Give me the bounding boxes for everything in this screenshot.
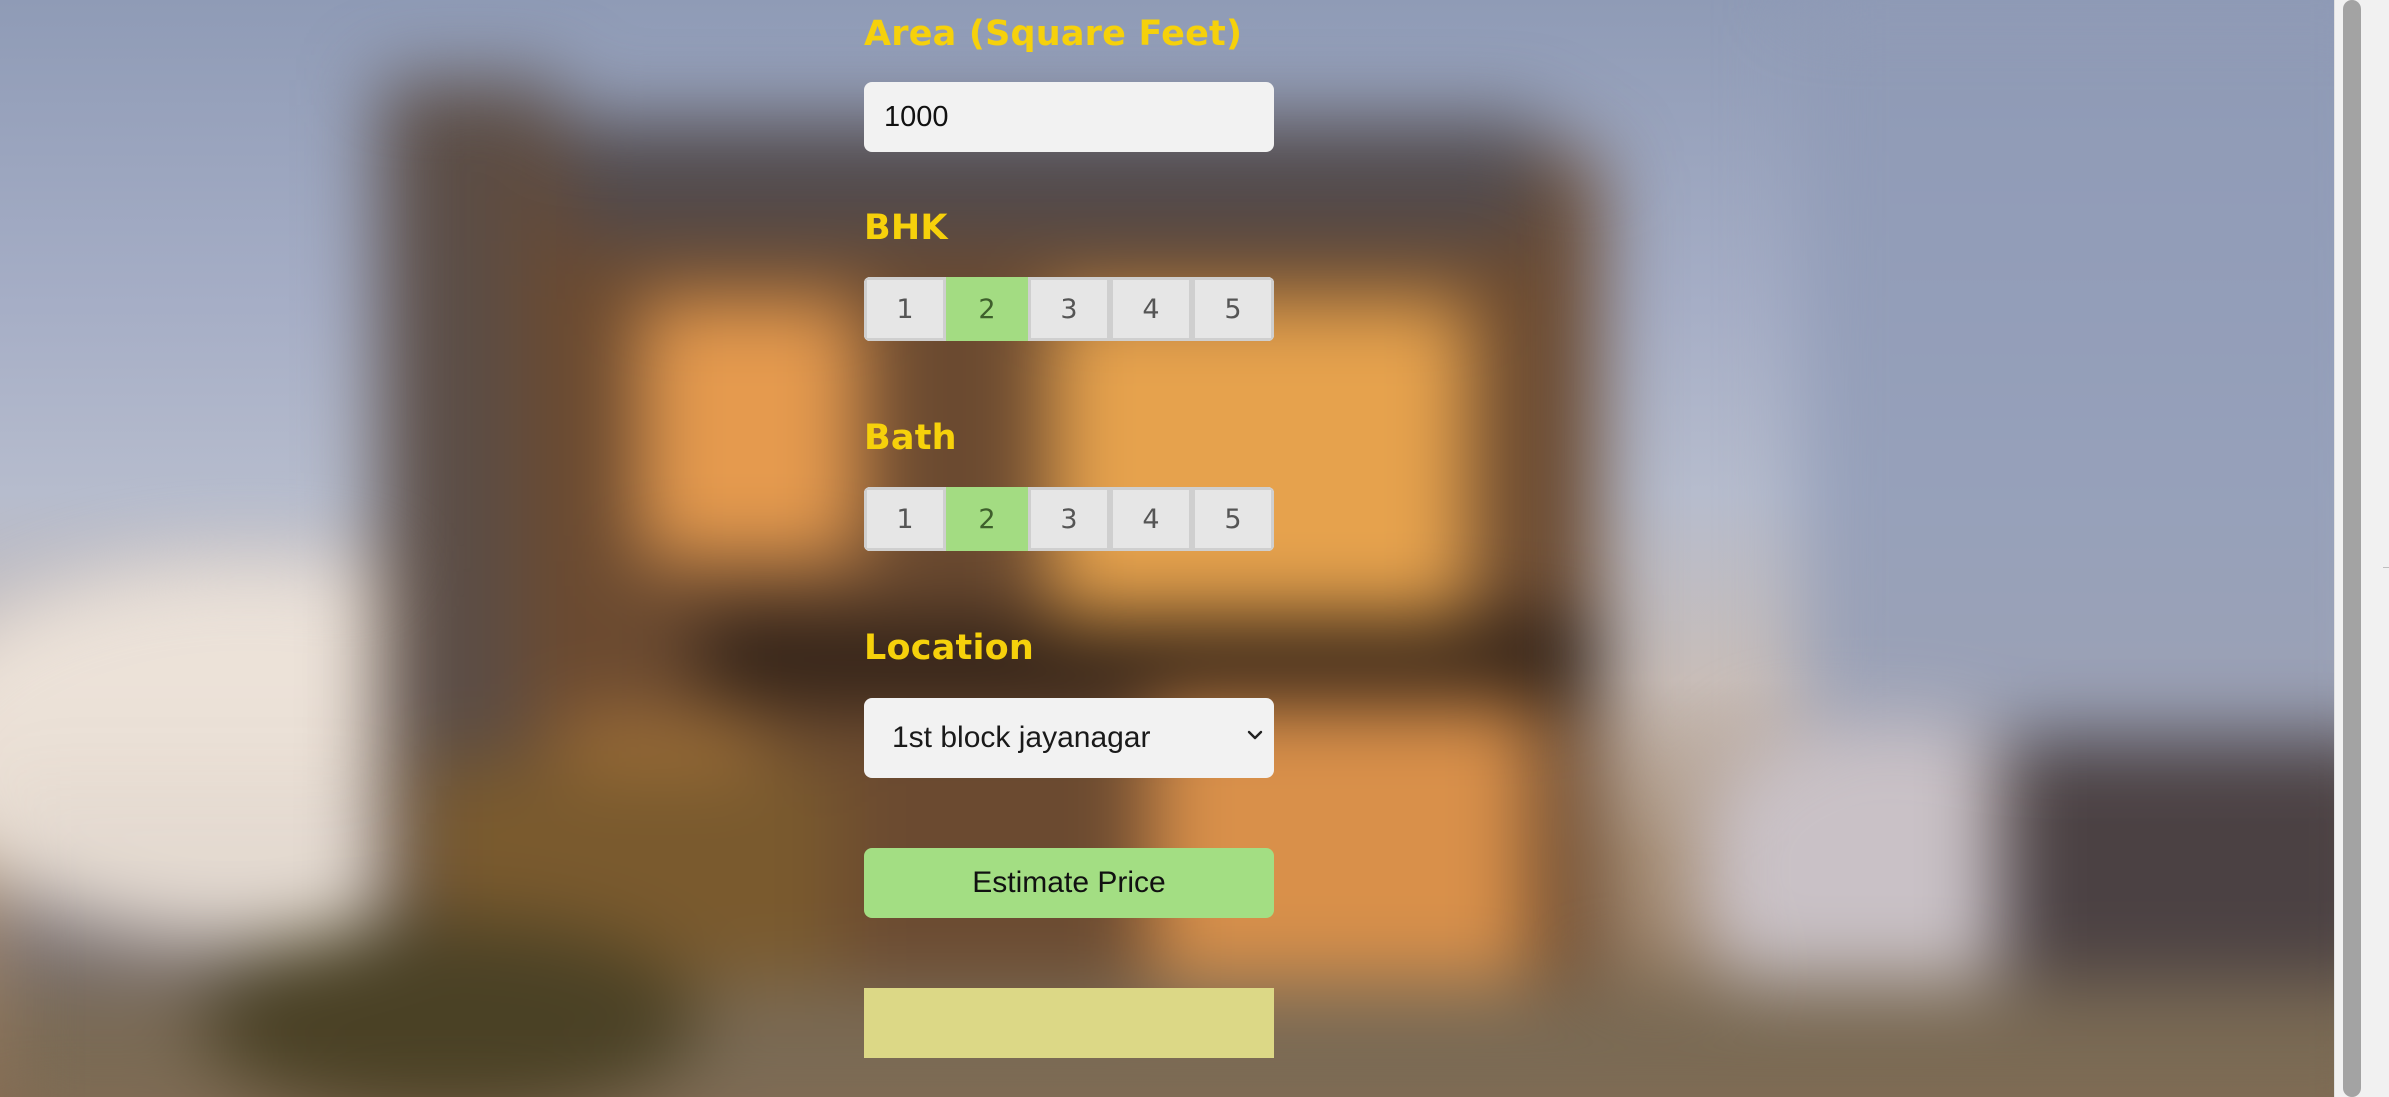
location-selected-value: 1st block jayanagar	[892, 721, 1151, 754]
chevron-down-icon	[1247, 730, 1263, 740]
bath-option-1[interactable]: 1	[864, 487, 946, 551]
vertical-scrollbar[interactable]	[2334, 0, 2389, 1097]
bhk-radio-group: 1 2 3 4 5	[864, 277, 1274, 341]
scrollbar-thumb[interactable]	[2343, 0, 2361, 1097]
estimate-price-button[interactable]: Estimate Price	[864, 848, 1274, 918]
bhk-option-3[interactable]: 3	[1028, 277, 1110, 341]
bhk-option-4[interactable]: 4	[1110, 277, 1192, 341]
bhk-option-1[interactable]: 1	[864, 277, 946, 341]
bath-option-2[interactable]: 2	[946, 487, 1028, 551]
bhk-label: BHK	[864, 208, 948, 248]
page-background: Area (Square Feet) BHK 1 2 3 4 5 Bath 1 …	[0, 0, 2334, 1097]
bath-option-3[interactable]: 3	[1028, 487, 1110, 551]
bhk-option-5[interactable]: 5	[1192, 277, 1274, 341]
area-input[interactable]	[864, 82, 1274, 152]
bath-option-5[interactable]: 5	[1192, 487, 1274, 551]
area-label: Area (Square Feet)	[864, 14, 1243, 54]
bath-label: Bath	[864, 418, 957, 458]
estimated-price-result	[864, 988, 1274, 1058]
scrollbar-marker	[2383, 567, 2389, 568]
bath-option-4[interactable]: 4	[1110, 487, 1192, 551]
location-select[interactable]: 1st block jayanagar	[864, 698, 1274, 778]
bath-radio-group: 1 2 3 4 5	[864, 487, 1274, 551]
location-label: Location	[864, 628, 1035, 668]
bhk-option-2[interactable]: 2	[946, 277, 1028, 341]
